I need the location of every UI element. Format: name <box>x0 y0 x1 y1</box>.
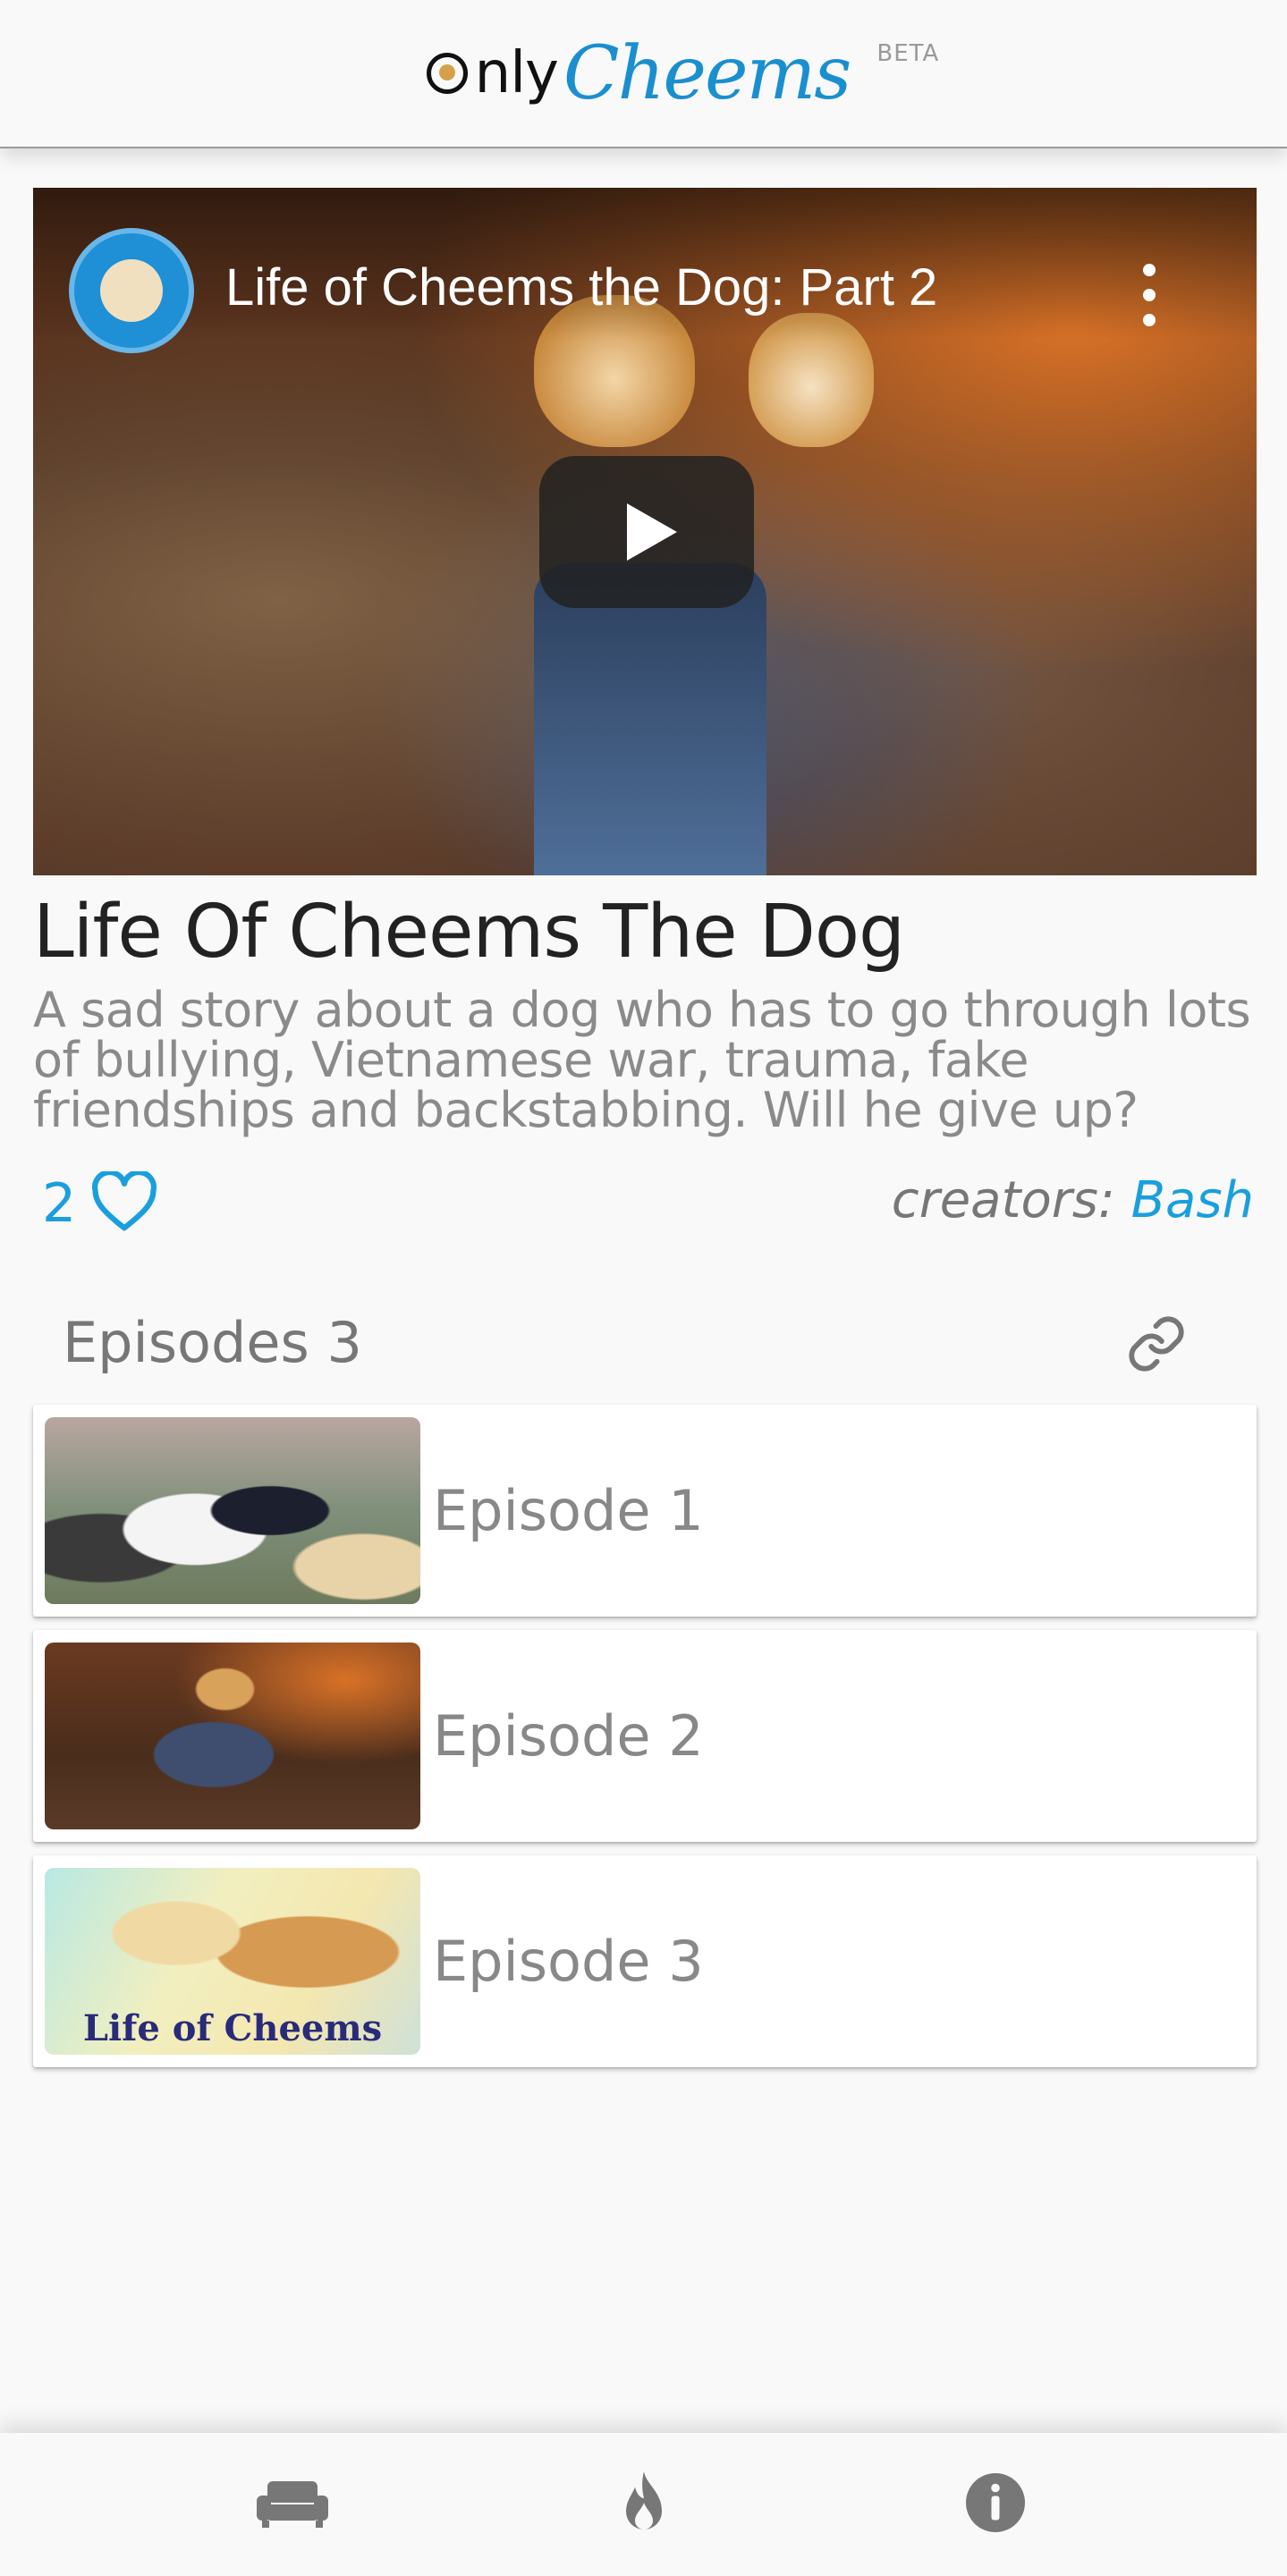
thumbnail-caption: Life of Cheems <box>82 2007 383 2049</box>
creator-link[interactable]: Bash <box>1131 1171 1254 1229</box>
heart-icon <box>90 1170 158 1236</box>
likes-count: 2 <box>42 1172 77 1235</box>
episode-thumbnail <box>45 1643 420 1829</box>
episode-label: Episode 2 <box>433 1703 704 1769</box>
logo-cheems-text: Cheems <box>563 30 851 116</box>
episode-list: Episode 1 Episode 2 Life of Cheems Episo… <box>33 1405 1257 2081</box>
series-title: Life Of Cheems The Dog <box>33 890 905 975</box>
like-button[interactable]: 2 <box>42 1170 158 1236</box>
creators-line: creators: Bash <box>892 1171 1254 1229</box>
beta-badge: BETA <box>876 39 940 67</box>
episode-thumbnail: Life of Cheems <box>45 1868 420 2055</box>
episode-card[interactable]: Episode 1 <box>33 1405 1257 1617</box>
episode-thumbnail <box>45 1417 420 1604</box>
episode-label: Episode 1 <box>433 1478 704 1543</box>
nav-trending[interactable] <box>599 2460 689 2549</box>
episode-card[interactable]: Episode 2 <box>33 1630 1257 1842</box>
video-player[interactable]: Life of Cheems the Dog: Part 2 <box>33 188 1257 875</box>
info-icon <box>963 2470 1028 2538</box>
play-button[interactable] <box>539 456 754 608</box>
series-description: A sad story about a dog who has to go th… <box>33 982 1251 1138</box>
bottom-nav <box>0 2433 1287 2576</box>
play-icon <box>627 503 677 561</box>
video-figure <box>534 563 766 875</box>
nav-home[interactable] <box>248 2460 337 2549</box>
couch-icon <box>256 2478 328 2531</box>
episodes-heading: Episodes 3 <box>63 1310 362 1375</box>
video-title[interactable]: Life of Cheems the Dog: Part 2 <box>225 258 937 317</box>
creators-label: creators: <box>891 1171 1115 1229</box>
app-header: nly Cheems BETA <box>0 0 1287 148</box>
fire-icon <box>617 2469 671 2540</box>
logo-only-text: nly <box>474 40 559 106</box>
channel-avatar[interactable] <box>69 228 194 353</box>
nav-info[interactable] <box>951 2460 1040 2549</box>
link-icon[interactable] <box>1125 1313 1188 1375</box>
app-logo[interactable]: nly Cheems BETA <box>426 30 938 116</box>
video-more-icon[interactable] <box>1140 264 1158 326</box>
episode-label: Episode 3 <box>433 1929 704 1994</box>
logo-o-glyph <box>426 53 468 94</box>
episode-card[interactable]: Life of Cheems Episode 3 <box>33 1855 1257 2067</box>
